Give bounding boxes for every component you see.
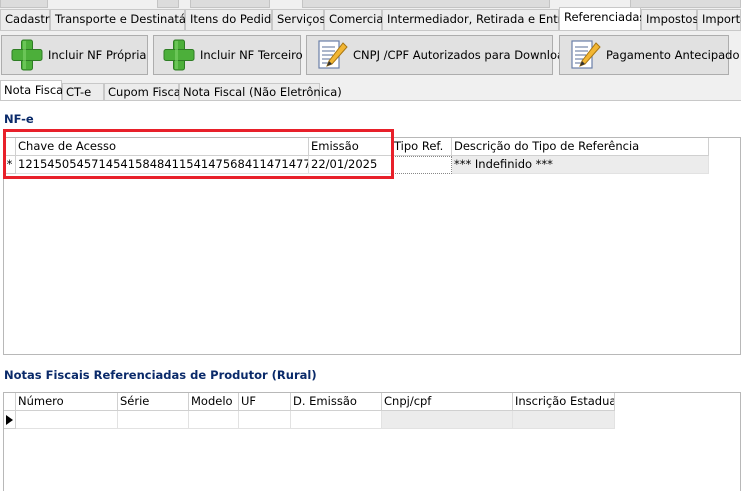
cnpj-autorizados-button[interactable]: CNPJ /CPF Autorizados para Download — [306, 35, 571, 75]
tab-cupom-fiscal[interactable]: Cupom Fiscal — [104, 83, 184, 101]
column-header-inscricao-estadual[interactable]: Inscrição Estadual — [513, 393, 615, 411]
tab-comercial[interactable]: Comercial — [324, 9, 387, 30]
document-edit-icon — [318, 40, 348, 69]
incluir-nf-propria-button[interactable]: Incluir NF Própria — [1, 35, 148, 75]
tab-strip-edge — [0, 0, 48, 8]
tab-cadastro[interactable]: Cadastro — [0, 9, 56, 30]
cell-modelo[interactable] — [189, 411, 239, 429]
cell-d-emissao[interactable] — [291, 411, 382, 429]
cell-cnpj-cpf — [382, 411, 513, 429]
cell-descricao: *** Indefinido *** — [452, 156, 709, 174]
column-header-uf[interactable]: UF — [239, 393, 291, 411]
tab-strip-edge — [630, 0, 741, 8]
tab-intermediador[interactable]: Intermediador, Retirada e Entrega — [382, 9, 584, 30]
tab-importacao[interactable]: Importa — [697, 9, 741, 30]
inner-tab-strip: Nota Fiscal CT-e Cupom Fiscal Nota Fisca… — [0, 79, 741, 101]
plus-icon — [163, 39, 195, 71]
incluir-nf-terceiro-button[interactable]: Incluir NF Terceiro — [153, 35, 303, 75]
cell-uf[interactable] — [239, 411, 291, 429]
tab-ct-e[interactable]: CT-e — [62, 83, 104, 101]
current-row-indicator — [4, 411, 16, 429]
document-edit-icon — [571, 40, 601, 69]
column-header-numero[interactable]: Número — [16, 393, 118, 411]
column-header-d-emissao[interactable]: D. Emissão — [291, 393, 382, 411]
plus-icon — [11, 39, 43, 71]
column-header-descricao[interactable]: Descrição do Tipo de Referência — [452, 138, 709, 156]
rural-grid[interactable]: Número Série Modelo UF D. Emissão Cnpj/c… — [3, 392, 741, 491]
nfe-section-title: NF-e — [4, 112, 34, 126]
row-pointer-icon — [6, 415, 13, 425]
tab-strip-edge — [157, 0, 179, 8]
grid-header-indicator — [4, 393, 16, 411]
cell-inscricao-estadual — [513, 411, 615, 429]
inner-tab-baseline — [0, 100, 741, 101]
tab-impostos[interactable]: Impostos — [641, 9, 698, 30]
rural-section-title: Notas Fiscais Referenciadas de Produtor … — [4, 368, 317, 382]
tab-referenciadas[interactable]: Referenciadas — [559, 7, 645, 31]
tab-transporte-destinatario[interactable]: Transporte e Destinatário — [50, 9, 201, 30]
column-header-tipo-ref[interactable]: Tipo Ref. — [392, 138, 452, 156]
tab-itens-pedido[interactable]: Itens do Pedido — [185, 9, 278, 30]
pagamento-antecipado-label: Pagamento Antecipado — [606, 48, 740, 62]
cnpj-autorizados-label: CNPJ /CPF Autorizados para Download — [353, 48, 572, 62]
tab-strip-edge — [190, 0, 270, 8]
top-tab-strip: Cadastro Transporte e Destinatário Itens… — [0, 0, 741, 31]
cell-tipo-ref[interactable] — [392, 156, 452, 174]
incluir-nf-terceiro-label: Incluir NF Terceiro — [200, 48, 303, 62]
column-header-modelo[interactable]: Modelo — [189, 393, 239, 411]
cell-numero[interactable] — [16, 411, 118, 429]
cell-serie[interactable] — [118, 411, 189, 429]
tab-strip-edge — [302, 0, 550, 8]
column-header-cnpj-cpf[interactable]: Cnpj/cpf — [382, 393, 513, 411]
toolbar: Incluir NF Própria Incluir NF Terceiro C… — [0, 31, 741, 79]
tab-nota-fiscal-nao-eletronica[interactable]: Nota Fiscal (Não Eletrônica) — [179, 83, 342, 101]
highlight-box — [3, 129, 394, 179]
tab-nota-fiscal[interactable]: Nota Fiscal — [0, 80, 66, 101]
tab-servicos[interactable]: Serviços — [272, 9, 325, 30]
pagamento-antecipado-button[interactable]: Pagamento Antecipado — [559, 35, 740, 75]
incluir-nf-propria-label: Incluir NF Própria — [48, 48, 147, 62]
column-header-serie[interactable]: Série — [118, 393, 189, 411]
